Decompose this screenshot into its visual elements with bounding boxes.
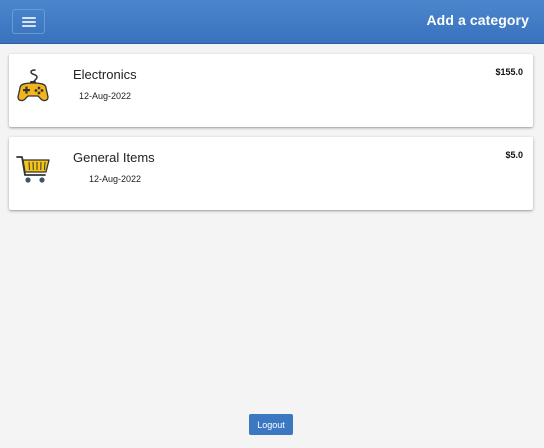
category-date: 12-Aug-2022	[79, 91, 132, 101]
category-amount: $155.0	[495, 67, 523, 77]
category-name: Electronics	[73, 67, 137, 82]
gamepad-icon	[13, 66, 53, 106]
category-name: General Items	[73, 150, 155, 165]
logout-button[interactable]: Logout	[249, 414, 293, 435]
add-category-link[interactable]: Add a category	[426, 12, 529, 28]
category-card[interactable]: Electronics 12-Aug-2022 $155.0	[9, 54, 533, 127]
category-date: 12-Aug-2022	[89, 174, 142, 184]
top-app-bar: Add a category	[0, 0, 544, 44]
category-amount: $5.0	[505, 150, 523, 160]
category-card[interactable]: General Items 12-Aug-2022 $5.0	[9, 137, 533, 210]
menu-toggle-button[interactable]	[12, 9, 45, 34]
shopping-cart-icon	[13, 149, 53, 189]
